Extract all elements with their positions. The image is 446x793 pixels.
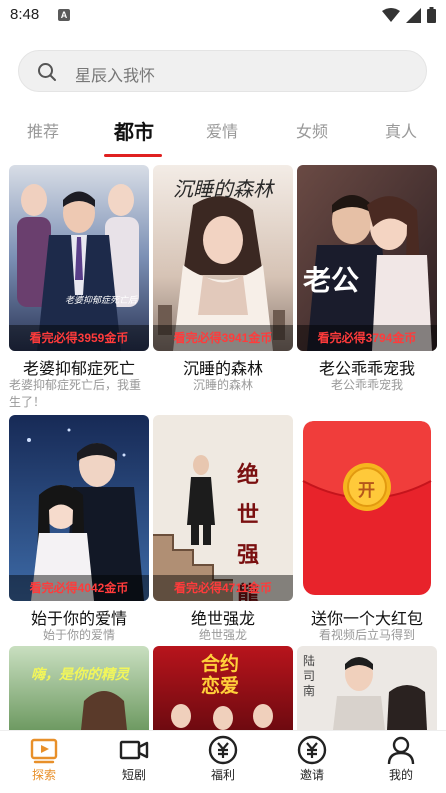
envelope-title[interactable]: 送你一个大红包: [297, 605, 437, 629]
video-camera-icon: [119, 740, 149, 760]
coin-reward-banner: 看完必得3959金币: [9, 325, 149, 351]
drama-poster[interactable]: 合约恋爱: [153, 646, 293, 730]
nav-invite[interactable]: 邀请: [282, 735, 342, 783]
drama-poster[interactable]: 看完必得4042金币: [9, 415, 149, 601]
nav-label: 探索: [31, 768, 56, 782]
tab-romance[interactable]: 爱情: [206, 118, 238, 142]
nav-label: 邀请: [299, 768, 324, 782]
nav-explore[interactable]: 探索: [14, 735, 74, 783]
bottom-navigation: 探索 短剧 福利 邀请 我的: [0, 730, 446, 793]
status-icons: [382, 7, 436, 23]
envelope-subtitle: 看视频后立马得到: [318, 628, 415, 642]
active-tab-indicator: [104, 154, 162, 157]
red-envelope-icon: [302, 421, 432, 595]
drama-title[interactable]: 始于你的爱情: [9, 605, 149, 629]
drama-poster[interactable]: 老婆抑郁症死亡后 看完必得3959金币: [9, 165, 149, 351]
drama-title[interactable]: 老公乖乖宠我: [297, 355, 437, 379]
nav-mine[interactable]: 我的: [371, 735, 431, 783]
drama-poster[interactable]: 沉睡的森林 看完必得3941金币: [153, 165, 293, 351]
nav-short-drama[interactable]: 短剧: [104, 735, 164, 783]
coin-reward-banner: 看完必得3941金币: [153, 325, 293, 351]
notification-icon: A: [58, 9, 70, 21]
drama-subtitle: 始于你的爱情: [42, 628, 115, 642]
drama-poster[interactable]: 陆司南: [297, 646, 437, 730]
yen-coin-icon: [297, 735, 327, 765]
drama-title[interactable]: 绝世强龙: [153, 605, 293, 629]
poster-caption: 老公: [303, 265, 360, 296]
tab-female[interactable]: 女频: [296, 118, 328, 142]
coin-reward-banner: 看完必得4042金币: [9, 575, 149, 601]
drama-poster[interactable]: 嗨，是你的精灵: [9, 646, 149, 730]
status-bar: 8:48 A: [0, 0, 446, 30]
nav-label: 短剧: [121, 768, 146, 782]
nav-welfare[interactable]: 福利: [193, 735, 253, 783]
battery-icon: [427, 7, 436, 23]
nav-label: 福利: [210, 768, 235, 782]
wifi-icon: [382, 7, 400, 22]
drama-poster[interactable]: 绝世强龍 看完必得4711金币: [153, 415, 293, 601]
search-bar[interactable]: 星辰入我怀: [18, 50, 427, 92]
poster-caption: 合约恋爱: [201, 654, 240, 697]
tab-urban[interactable]: 都市: [114, 116, 154, 145]
search-input[interactable]: 星辰入我怀: [75, 62, 155, 86]
coin-reward-banner: 看完必得4711金币: [153, 575, 293, 601]
status-time: 8:48: [10, 6, 40, 23]
yen-coin-icon: [208, 735, 238, 765]
category-tabs: 推荐 都市 爱情 女频 真人: [0, 112, 446, 158]
coin-reward-banner: 看完必得3794金币: [297, 325, 437, 351]
poster-caption: 老婆抑郁症死亡后: [65, 295, 138, 305]
search-icon: [38, 63, 56, 81]
tab-recommend[interactable]: 推荐: [27, 118, 59, 142]
drama-subtitle: 老公乖乖宠我: [330, 378, 403, 392]
signal-icon: [406, 7, 421, 23]
red-envelope-poster[interactable]: 开: [297, 415, 437, 601]
tab-live-action[interactable]: 真人: [385, 118, 417, 142]
poster-caption: 沉睡的森林: [173, 179, 273, 201]
drama-subtitle: 沉睡的森林: [192, 378, 253, 392]
poster-caption: 嗨，是你的精灵: [31, 666, 129, 682]
drama-title[interactable]: 老婆抑郁症死亡: [9, 355, 149, 379]
drama-title[interactable]: 沉睡的森林: [153, 355, 293, 379]
drama-poster[interactable]: 老公 看完必得3794金币: [297, 165, 437, 351]
drama-subtitle: 老婆抑郁症死亡后，我重生了！: [9, 378, 142, 409]
poster-caption: 陆司南: [303, 654, 316, 698]
play-screen-icon: [30, 738, 58, 764]
person-icon: [387, 736, 415, 765]
nav-label: 我的: [388, 768, 413, 782]
drama-subtitle: 绝世强龙: [198, 628, 247, 642]
open-envelope-text: 开: [358, 481, 375, 500]
